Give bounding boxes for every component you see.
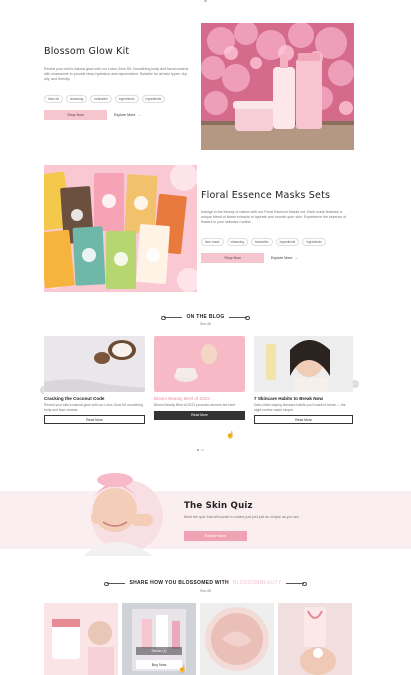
hero2-title: Floral Essence Masks Sets	[201, 190, 331, 201]
hero1-explore-more-link[interactable]: Explore More →	[114, 110, 141, 120]
hero2-description: Indulge in the beauty of nature with our…	[201, 210, 347, 225]
tag[interactable]: face mask	[201, 238, 224, 246]
blog-card-desc: Dark-circle-slaying skincare habits you'…	[254, 403, 346, 412]
blog-card-title[interactable]: 7 Skincare Habits to Break Now	[254, 396, 353, 401]
ugc-photo[interactable]: Serum (1) Buy Now ☝	[122, 603, 196, 675]
blog-heading-text: ON THE BLOG	[186, 314, 225, 320]
blog-card[interactable]: Cracking the Coconut Code Reveal your sk…	[44, 336, 145, 425]
blog-card-image	[254, 336, 353, 392]
share-heading: SHARE HOW YOU BLOSSOMED WITH BLOSSOMBEAU…	[0, 580, 411, 586]
blog-card-title[interactable]: Cracking the Coconut Code	[44, 396, 145, 401]
blog-card[interactable]: 7 Skincare Habits to Break Now Dark-circ…	[254, 336, 353, 425]
tag[interactable]: ingredients	[141, 95, 166, 103]
tag[interactable]: lotus kit	[44, 95, 63, 103]
skin-quiz-description: Meet the quiz that will curate a routine…	[184, 515, 300, 519]
share-heading-text: SHARE HOW YOU BLOSSOMED WITH	[129, 580, 229, 586]
decor-line-right	[228, 316, 250, 319]
blog-card-desc: Bloom Beauty Best of 2023 products winne…	[154, 403, 236, 407]
blog-heading: ON THE BLOG	[0, 314, 411, 320]
hero2-shop-now-button[interactable]: Shop Now	[201, 253, 264, 263]
tag[interactable]: cleansing	[226, 238, 248, 246]
hero1-shop-now-button[interactable]: Shop Now	[44, 110, 107, 120]
tag[interactable]: ingredients	[275, 238, 300, 246]
arrow-right-icon: →	[294, 256, 298, 260]
blog-section: ON THE BLOG See All ‹ › Cracking the Coc…	[0, 310, 411, 460]
hero2-product-image	[44, 165, 197, 292]
decor-line-right	[285, 582, 307, 585]
ugc-photo[interactable]	[44, 603, 118, 675]
chevron-right-icon: ›	[354, 381, 356, 387]
decor-line-left	[161, 316, 183, 319]
hero1-title: Blossom Glow Kit	[44, 46, 130, 57]
carousel-dot[interactable]	[201, 449, 204, 452]
hero2-explore-label: Explore More	[271, 256, 293, 260]
tag[interactable]: ingredients	[114, 95, 139, 103]
blog-card[interactable]: Bloom Beauty Best of 2023 Bloom Beauty B…	[154, 336, 245, 439]
hero1-tags: lotus kit cleansing bestseller ingredien…	[44, 95, 167, 103]
ugc-overlay-label: Serum (1)	[136, 647, 182, 655]
decor-line-left	[104, 582, 126, 585]
arrow-right-icon: →	[137, 113, 141, 117]
carousel-dot-active[interactable]	[197, 449, 200, 452]
tag[interactable]: cleansing	[65, 95, 88, 103]
share-heading-brand: BLOSSOMBEAUTY	[232, 580, 282, 586]
blog-card-desc: Reveal your skin's natural glow with our…	[44, 403, 143, 412]
skin-quiz-title: The Skin Quiz	[184, 501, 253, 511]
tag[interactable]: ingredients	[302, 238, 326, 246]
hero-blossom-glow: Blossom Glow Kit Reveal your skin's natu…	[0, 18, 411, 158]
hand-cursor-icon: ☝	[226, 432, 235, 439]
top-divider-dot	[204, 0, 207, 2]
ugc-photo[interactable]	[200, 603, 274, 675]
blog-card-image	[154, 336, 245, 392]
hero2-explore-more-link[interactable]: Explore More →	[271, 253, 298, 263]
ugc-buy-now-button[interactable]: Buy Now	[136, 660, 182, 669]
tag[interactable]: bestseller	[251, 238, 273, 246]
ugc-photo[interactable]	[278, 603, 352, 675]
ugc-gallery: Serum (1) Buy Now ☝	[44, 603, 354, 675]
tag[interactable]: bestseller	[90, 95, 112, 103]
carousel-dots	[197, 449, 204, 452]
hero1-product-image	[201, 23, 354, 150]
blog-see-all-link[interactable]: See All	[0, 322, 411, 326]
share-see-all-link[interactable]: See All	[0, 589, 411, 593]
hero-floral-masks: Floral Essence Masks Sets Indulge in the…	[0, 160, 411, 300]
hero1-description: Reveal your skin's natural glow with our…	[44, 67, 189, 82]
hero1-explore-label: Explore More	[114, 113, 136, 117]
skin-quiz-model-image	[75, 470, 167, 556]
hero2-tags: face mask cleansing bestseller ingredien…	[201, 238, 328, 246]
read-more-button[interactable]: Read More	[254, 415, 353, 425]
read-more-button[interactable]: Read More	[44, 415, 145, 425]
blog-card-title[interactable]: Bloom Beauty Best of 2023	[154, 396, 245, 401]
skin-quiz-explore-button[interactable]: Explore More	[184, 531, 247, 541]
hand-cursor-icon: ☝	[178, 666, 187, 673]
read-more-button[interactable]: Read More	[154, 410, 245, 420]
blog-card-image	[44, 336, 145, 392]
